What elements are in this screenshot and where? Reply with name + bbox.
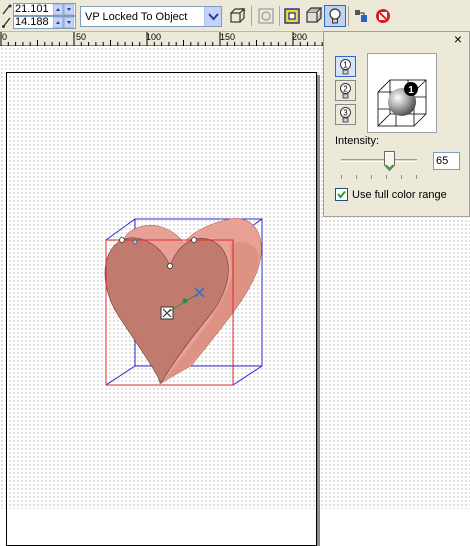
chevron-down-icon[interactable] xyxy=(204,7,221,26)
rotate-icon[interactable] xyxy=(255,5,277,27)
node-handle[interactable] xyxy=(191,237,197,243)
copy-vp-icon[interactable] xyxy=(226,5,248,27)
y-position-icon xyxy=(2,17,11,28)
light-2-button[interactable]: 2 xyxy=(335,80,356,101)
node-handle[interactable] xyxy=(167,263,173,269)
x-position-icon xyxy=(2,4,12,15)
property-bar: 21.101 14.188 VP Locked To Object xyxy=(0,0,470,32)
vanishing-point-select[interactable]: VP Locked To Object xyxy=(80,6,222,27)
intensity-input[interactable]: 65 xyxy=(433,152,460,170)
y-spinner[interactable] xyxy=(53,17,74,28)
ruler-label: 50 xyxy=(76,32,87,42)
light-3-button[interactable]: 3 xyxy=(335,104,356,125)
vanishing-point-value: VP Locked To Object xyxy=(85,11,188,23)
copy-extrude-icon[interactable] xyxy=(350,5,372,27)
x-spinner[interactable] xyxy=(53,4,74,15)
bevel-icon[interactable] xyxy=(303,5,325,27)
intensity-slider-thumb[interactable] xyxy=(384,151,395,171)
light-bulb-icon: 2 xyxy=(340,83,351,99)
ruler-label: 0 xyxy=(2,32,8,42)
light-bulb-icon: 1 xyxy=(340,59,351,75)
close-icon[interactable]: × xyxy=(452,32,464,46)
lighting-icon[interactable] xyxy=(324,5,346,27)
svg-text:3: 3 xyxy=(343,109,348,118)
lighting-preview[interactable]: 1 xyxy=(367,53,437,133)
svg-text:1: 1 xyxy=(343,61,348,70)
vanishing-point-dot xyxy=(182,298,188,304)
lighting-panel: × 1 2 3 1 Intensity: 65 Use full color r… xyxy=(323,31,470,217)
y-position-value: 14.188 xyxy=(15,16,49,28)
intensity-slider-track[interactable] xyxy=(341,159,417,162)
full-color-range-checkbox[interactable] xyxy=(335,188,348,201)
light-1-button[interactable]: 1 xyxy=(335,56,356,77)
node-handle[interactable] xyxy=(132,239,138,245)
full-color-range-label[interactable]: Use full color range xyxy=(352,189,447,201)
node-handle[interactable] xyxy=(119,237,125,243)
ruler-label: 100 xyxy=(146,32,162,42)
intensity-label: Intensity: xyxy=(335,135,380,147)
ruler-label: 150 xyxy=(220,32,236,42)
checkmark-icon xyxy=(337,190,346,199)
clear-extrude-icon[interactable] xyxy=(372,5,394,27)
light-bulb-icon: 3 xyxy=(340,107,351,123)
frontal-icon[interactable] xyxy=(281,5,303,27)
light-position-number: 1 xyxy=(408,85,414,96)
x-position-value: 21.101 xyxy=(15,3,49,15)
ruler-label: 200 xyxy=(292,32,308,42)
svg-text:2: 2 xyxy=(343,85,348,94)
